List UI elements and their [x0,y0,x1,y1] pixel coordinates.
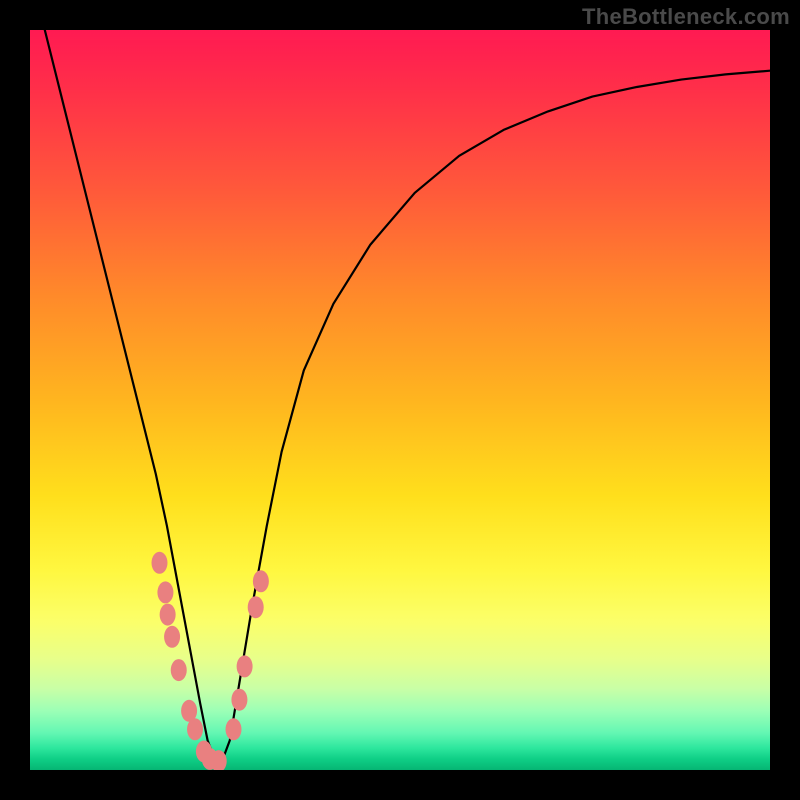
data-marker [248,596,264,618]
data-marker [253,570,269,592]
marker-group [152,552,269,770]
data-marker [237,655,253,677]
chart-frame: TheBottleneck.com [0,0,800,800]
data-marker [164,626,180,648]
data-marker [160,604,176,626]
watermark-text: TheBottleneck.com [582,4,790,30]
data-marker [231,689,247,711]
data-marker [187,718,203,740]
plot-area [30,30,770,770]
bottleneck-curve [45,30,770,770]
curve-layer [30,30,770,770]
data-marker [157,581,173,603]
data-marker [226,718,242,740]
data-marker [152,552,168,574]
data-marker [171,659,187,681]
